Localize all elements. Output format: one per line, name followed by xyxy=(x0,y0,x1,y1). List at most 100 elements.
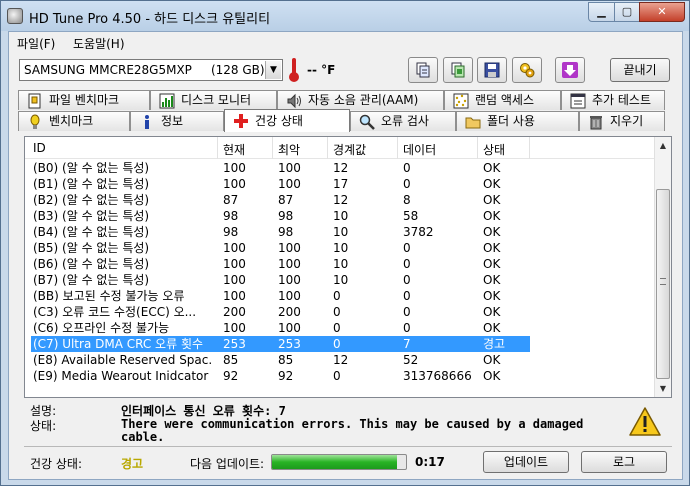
save-icon xyxy=(484,62,500,78)
table-cell: 100 xyxy=(223,241,246,255)
table-cell: 253 xyxy=(223,337,246,351)
tab-health[interactable]: 건강 상태 xyxy=(224,109,350,132)
tab-info[interactable]: 정보 xyxy=(130,111,224,131)
download-button[interactable] xyxy=(555,57,585,83)
table-cell: 100 xyxy=(223,289,246,303)
drive-select[interactable]: SAMSUNG MMCRE28G5MXP (128 GB) ▼ xyxy=(19,59,283,81)
table-cell: (C6) 오프라인 수정 불가능 xyxy=(33,321,170,335)
table-cell: 92 xyxy=(223,369,239,383)
title-bar[interactable]: HD Tune Pro 4.50 - 하드 디스크 유틸리티 ▁ ▢ ✕ xyxy=(1,1,689,31)
smart-table[interactable]: ID 현재 최악 경계값 데이터 상태 (B0) (알 수 없는 특성) 100 1… xyxy=(24,136,672,398)
table-row[interactable]: (B0) (알 수 없는 특성) 100 100 12 0 OK xyxy=(25,160,655,176)
table-row[interactable]: (B4) (알 수 없는 특성) 98 98 10 3782 OK xyxy=(25,224,655,240)
app-icon xyxy=(7,8,23,24)
table-cell: 200 xyxy=(223,305,246,319)
table-cell: 100 xyxy=(223,321,246,335)
table-row[interactable]: (B3) (알 수 없는 특성) 98 98 10 58 OK xyxy=(25,208,655,224)
table-row[interactable]: (E8) Available Reserved Spac... 85 85 12 52 O… xyxy=(25,352,655,368)
table-cell: 10 xyxy=(333,273,349,287)
table-cell: OK xyxy=(483,273,501,287)
save-button[interactable] xyxy=(477,57,507,83)
scroll-up-icon[interactable]: ▲ xyxy=(655,137,671,154)
copy-screenshot-icon xyxy=(451,62,465,78)
table-cell: OK xyxy=(483,321,501,335)
table-cell: 98 xyxy=(278,209,294,223)
tab-file-benchmark[interactable]: 파일 벤치마크 xyxy=(18,90,150,110)
table-row[interactable]: (B7) (알 수 없는 특성) 100 100 10 0 OK xyxy=(25,272,655,288)
tab-folder-usage[interactable]: 폴더 사용 xyxy=(456,111,579,131)
table-cell: 0 xyxy=(403,321,411,335)
table-row[interactable]: (B2) (알 수 없는 특성) 87 87 12 8 OK xyxy=(25,192,655,208)
table-cell: OK xyxy=(483,209,501,223)
copy-screenshot-button[interactable] xyxy=(443,57,473,83)
table-cell: 0 xyxy=(333,369,341,383)
table-row[interactable]: (C3) 오류 코드 수정(ECC) 오... 200 200 0 0 OK xyxy=(25,304,655,320)
health-value: 경고 xyxy=(121,457,144,471)
status-bar: 건강 상태: 경고 다음 업데이트: 0:17 업데이트 로그 xyxy=(24,450,672,476)
table-cell: 10 xyxy=(333,209,349,223)
tab-random-access[interactable]: 랜덤 액세스 xyxy=(444,90,561,110)
table-cell: OK xyxy=(483,353,501,367)
table-row[interactable]: (C7) Ultra DMA CRC 오류 횟수 253 253 0 7 경고 xyxy=(25,336,655,352)
tab-disk-monitor[interactable]: 디스크 모니터 xyxy=(150,90,277,110)
table-cell: (B1) (알 수 없는 특성) xyxy=(33,177,150,191)
column-status[interactable]: 상태 xyxy=(483,141,505,158)
file-benchmark-icon xyxy=(28,93,41,109)
copy-text-button[interactable] xyxy=(408,57,438,83)
table-row[interactable]: (B1) (알 수 없는 특성) 100 100 17 0 OK xyxy=(25,176,655,192)
table-row[interactable]: (E9) Media Wearout Inidcator ... 92 92 0 313… xyxy=(25,368,655,384)
column-current[interactable]: 현재 xyxy=(223,141,245,158)
random-access-icon xyxy=(453,93,469,109)
table-row[interactable]: (BB) 보고된 수정 불가능 오류 100 100 0 0 OK xyxy=(25,288,655,304)
column-data[interactable]: 데이터 xyxy=(403,141,436,158)
folder-icon xyxy=(465,117,481,129)
menu-help[interactable]: 도움말(H) xyxy=(73,35,125,52)
tab-extra-tests[interactable]: 추가 테스트 xyxy=(561,90,665,110)
close-button[interactable]: ✕ xyxy=(639,2,685,22)
separator xyxy=(24,446,672,447)
column-threshold[interactable]: 경계값 xyxy=(333,141,366,158)
minimize-button[interactable]: ▁ xyxy=(588,2,615,22)
table-cell: (B7) (알 수 없는 특성) xyxy=(33,273,150,287)
status-label: 상태: xyxy=(30,419,57,433)
table-row[interactable]: (B6) (알 수 없는 특성) 100 100 10 0 OK xyxy=(25,256,655,272)
table-cell: OK xyxy=(483,289,501,303)
maximize-button[interactable]: ▢ xyxy=(614,2,640,22)
tab-erase[interactable]: 지우기 xyxy=(579,111,665,131)
table-cell: 313768666 xyxy=(403,369,472,383)
benchmark-icon xyxy=(30,114,40,129)
exit-button[interactable]: 끝내기 xyxy=(610,58,670,82)
table-cell: OK xyxy=(483,225,501,239)
table-cell: 10 xyxy=(333,257,349,271)
download-icon xyxy=(562,62,578,78)
update-button[interactable]: 업데이트 xyxy=(483,451,569,473)
copy-text-icon xyxy=(416,62,430,78)
table-cell: 0 xyxy=(403,273,411,287)
thermometer-icon xyxy=(289,58,299,82)
temperature-readout: -- °F xyxy=(307,63,336,77)
tab-benchmark[interactable]: 벤치마크 xyxy=(18,111,130,131)
menu-file[interactable]: 파일(F) xyxy=(17,35,55,52)
tab-aam[interactable]: 자동 소음 관리(AAM) xyxy=(277,90,444,110)
table-row[interactable]: (B5) (알 수 없는 특성) 100 100 10 0 OK xyxy=(25,240,655,256)
table-cell: 52 xyxy=(403,353,419,367)
chevron-down-icon[interactable]: ▼ xyxy=(265,61,281,79)
table-row[interactable]: (C6) 오프라인 수정 불가능 100 100 0 0 OK xyxy=(25,320,655,336)
column-id[interactable]: ID xyxy=(33,141,46,155)
table-cell: 0 xyxy=(403,241,411,255)
options-button[interactable] xyxy=(512,57,542,83)
table-cell: 12 xyxy=(333,193,349,207)
column-worst[interactable]: 최악 xyxy=(278,141,300,158)
table-cell: 0 xyxy=(403,161,411,175)
description-area: 설명: 인터페이스 통신 오류 횟수: 7 상태: There were com… xyxy=(24,402,672,444)
status-text-line1: There were communication errors. This ma… xyxy=(121,417,584,431)
tab-error-scan[interactable]: 오류 검사 xyxy=(350,111,456,131)
log-button[interactable]: 로그 xyxy=(581,451,667,473)
vertical-scrollbar[interactable]: ▲ ▼ xyxy=(654,137,671,397)
table-cell: OK xyxy=(483,177,501,191)
tab-strip: 파일 벤치마크 디스크 모니터 자동 소음 관리(AAM) 랜덤 액세스 추가 … xyxy=(9,90,682,134)
countdown: 0:17 xyxy=(415,455,445,469)
scroll-thumb[interactable] xyxy=(656,189,670,379)
table-cell: 0 xyxy=(403,289,411,303)
scroll-down-icon[interactable]: ▼ xyxy=(655,380,671,397)
